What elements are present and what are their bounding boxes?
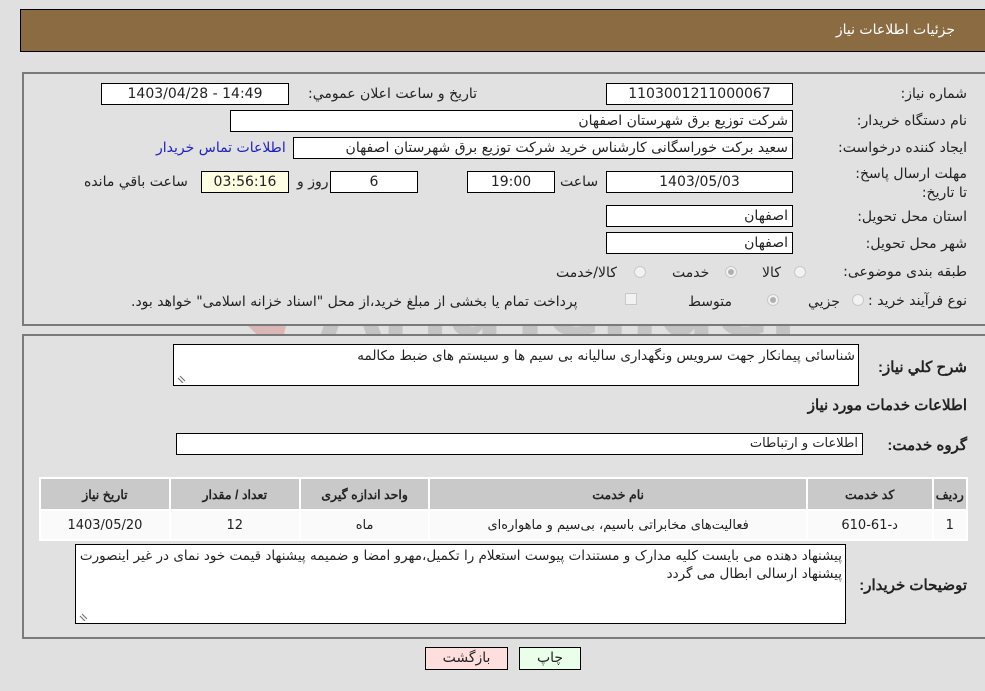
- description-textarea[interactable]: شناسائی پیمانکار جهت سرویس ونگهداری سالی…: [173, 344, 859, 386]
- deadline-time-field[interactable]: 19:00: [467, 171, 555, 193]
- page-title: جزئیات اطلاعات نیاز: [835, 22, 955, 38]
- remaining-label: ساعت باقي مانده: [84, 174, 188, 190]
- buyer-org-label: نام دستگاه خریدار:: [856, 113, 967, 129]
- province-label: استان محل تحویل:: [857, 209, 967, 225]
- category-option-goods-service: کالا/خدمت: [556, 265, 617, 281]
- deadline-label: مهلت ارسال پاسخ: تا تاریخ:: [855, 166, 967, 201]
- creator-field[interactable]: سعید برکت خوراسگانی کارشناس خرید شرکت تو…: [293, 137, 793, 159]
- cell-row: 1: [933, 511, 966, 539]
- treasury-label: پرداخت تمام یا بخشی از مبلغ خرید،از محل …: [131, 294, 578, 310]
- resize-handle-icon[interactable]: [177, 375, 185, 383]
- buyer-notes-label: توضیحات خریدار:: [859, 577, 967, 594]
- process-option-medium: متوسط: [688, 294, 732, 310]
- cell-service-name: فعالیت‌های مخابراتی باسیم، بی‌سیم و ماهو…: [430, 511, 806, 539]
- cell-need-date: 1403/05/20: [41, 511, 169, 539]
- description-text: شناسائی پیمانکار جهت سرویس ونگهداری سالی…: [357, 348, 855, 364]
- col-need-date: تاریخ نیاز: [41, 479, 169, 509]
- cell-quantity: 12: [170, 511, 299, 539]
- process-radio-minor[interactable]: [852, 294, 864, 306]
- buyer-notes-text: پیشنهاد دهنده می بایست کلیه مدارک و مستن…: [79, 548, 842, 582]
- description-label: شرح کلي نیاز:: [878, 359, 967, 376]
- category-option-goods: کالا: [762, 265, 781, 281]
- services-table: ردیف کد خدمت نام خدمت واحد اندازه گیری ت…: [39, 477, 968, 541]
- announce-field[interactable]: 1403/04/28 - 14:49: [101, 83, 289, 105]
- process-radio-medium[interactable]: [767, 294, 779, 306]
- table-header-row: ردیف کد خدمت نام خدمت واحد اندازه گیری ت…: [41, 479, 966, 509]
- city-field[interactable]: اصفهان: [606, 232, 793, 254]
- page-header: جزئیات اطلاعات نیاز: [20, 9, 985, 52]
- remaining-time-field[interactable]: 03:56:16: [201, 171, 289, 193]
- col-service-name: نام خدمت: [430, 479, 806, 509]
- deadline-time-label: ساعت: [560, 174, 599, 190]
- buyer-contact-link[interactable]: اطلاعات تماس خریدار: [156, 140, 286, 156]
- resize-handle-icon[interactable]: [79, 613, 87, 621]
- process-option-minor: جزيي: [808, 294, 840, 310]
- buyer-org-field[interactable]: شرکت توزیع برق شهرستان اصفهان: [230, 110, 793, 132]
- process-label: نوع فرآیند خرید :: [868, 293, 967, 309]
- need-number-field[interactable]: 1103001211000067: [606, 83, 793, 105]
- services-heading: اطلاعات خدمات مورد نیاز: [807, 397, 967, 414]
- need-number-label: شماره نیاز:: [900, 86, 968, 102]
- days-label: روز و: [297, 174, 329, 190]
- category-radio-goods-service[interactable]: [634, 266, 646, 278]
- back-button[interactable]: بازگشت: [425, 647, 508, 670]
- col-row: ردیف: [933, 479, 966, 509]
- col-service-code: کد خدمت: [807, 479, 932, 509]
- service-group-label: گروه خدمت:: [887, 437, 967, 454]
- print-button[interactable]: چاپ: [519, 647, 581, 670]
- deadline-date-field[interactable]: 1403/05/03: [606, 171, 793, 193]
- col-unit: واحد اندازه گیری: [300, 479, 429, 509]
- col-quantity: تعداد / مقدار: [170, 479, 299, 509]
- category-radio-service[interactable]: [725, 266, 737, 278]
- province-field[interactable]: اصفهان: [606, 205, 793, 227]
- cell-unit: ماه: [300, 511, 429, 539]
- buyer-notes-textarea[interactable]: پیشنهاد دهنده می بایست کلیه مدارک و مستن…: [75, 544, 846, 624]
- days-field[interactable]: 6: [330, 171, 418, 193]
- category-radio-goods[interactable]: [794, 266, 806, 278]
- service-group-field[interactable]: اطلاعات و ارتباطات: [176, 433, 863, 455]
- announce-label: تاریخ و ساعت اعلان عمومي:: [308, 86, 477, 102]
- city-label: شهر محل تحویل:: [865, 236, 967, 252]
- cell-service-code: د-61-610: [807, 511, 932, 539]
- category-label: طبقه بندی موضوعی:: [843, 264, 967, 280]
- treasury-checkbox[interactable]: [625, 293, 637, 305]
- table-row: 1 د-61-610 فعالیت‌های مخابراتی باسیم، بی…: [41, 511, 966, 539]
- creator-label: ایجاد کننده درخواست:: [838, 140, 967, 156]
- category-option-service: خدمت: [672, 265, 710, 281]
